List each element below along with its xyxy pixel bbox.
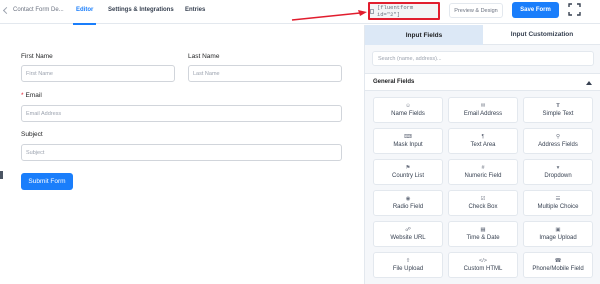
submit-form-button[interactable]: Submit Form bbox=[21, 173, 73, 190]
field-card-label: Mask Input bbox=[393, 142, 423, 148]
field-card-simple-text[interactable]: 𝗧 Simple Text bbox=[523, 97, 593, 123]
field-card-text-area[interactable]: ¶ Text Area bbox=[448, 128, 518, 154]
person-icon: ☺ bbox=[405, 103, 411, 109]
code-icon: </> bbox=[479, 258, 487, 264]
image-icon: ▣ bbox=[555, 227, 561, 233]
copy-icon bbox=[370, 8, 374, 14]
form-title-crumb: Contact Form De... bbox=[13, 7, 64, 13]
list-icon: ☰ bbox=[555, 196, 561, 202]
radio-icon: ◉ bbox=[405, 196, 411, 202]
field-card-label: Name Fields bbox=[391, 111, 425, 117]
last-name-label: Last Name bbox=[188, 53, 220, 60]
email-input[interactable]: Email Address bbox=[21, 105, 342, 122]
first-name-label: First Name bbox=[21, 53, 53, 60]
subject-label: Subject bbox=[21, 131, 43, 138]
field-card-label: Phone/Mobile Field bbox=[532, 266, 584, 272]
field-card-custom-html[interactable]: </> Custom HTML bbox=[448, 252, 518, 278]
preview-design-button[interactable]: Preview & Design bbox=[449, 3, 503, 18]
field-card-time-date[interactable]: ▦ Time & Date bbox=[448, 221, 518, 247]
shortcode-box[interactable]: [fluentform id="2"] bbox=[368, 2, 440, 20]
back-chevron-icon bbox=[2, 6, 11, 14]
field-card-image-upload[interactable]: ▣ Image Upload bbox=[523, 221, 593, 247]
field-card-label: Email Address bbox=[463, 111, 503, 117]
tab-entries[interactable]: Entries bbox=[185, 7, 205, 13]
dropdown-icon: ▾ bbox=[556, 165, 560, 171]
field-card-radio-field[interactable]: ◉ Radio Field bbox=[373, 190, 443, 216]
email-label-text: Email bbox=[25, 92, 42, 99]
field-panel: Input Fields Input Customization Search … bbox=[364, 25, 600, 284]
map-pin-icon: ⚲ bbox=[555, 134, 561, 140]
field-grid: ☺ Name Fields ✉ Email Address 𝗧 Simple Text… bbox=[373, 97, 593, 278]
tab-input-fields[interactable]: Input Fields bbox=[365, 25, 483, 45]
field-card-label: Website URL bbox=[390, 235, 426, 241]
field-card-label: Custom HTML bbox=[463, 266, 503, 272]
field-card-label: File Upload bbox=[392, 266, 424, 272]
first-name-input[interactable]: First Name bbox=[21, 65, 175, 82]
subject-input[interactable]: Subject bbox=[21, 144, 342, 161]
keyboard-icon: ⌨ bbox=[404, 134, 412, 140]
field-card-label: Text Area bbox=[470, 142, 496, 148]
field-card-label: Dropdown bbox=[544, 173, 572, 179]
upload-icon: ⇧ bbox=[405, 258, 411, 264]
field-card-website-url[interactable]: ☍ Website URL bbox=[373, 221, 443, 247]
breadcrumb[interactable]: Contact Form De... bbox=[2, 6, 64, 14]
save-form-button[interactable]: Save Form bbox=[512, 2, 559, 18]
field-card-label: Address Fields bbox=[538, 142, 578, 148]
field-card-numeric-field[interactable]: # Numeric Field bbox=[448, 159, 518, 185]
field-card-label: Check Box bbox=[468, 204, 498, 210]
hash-icon: # bbox=[481, 165, 485, 171]
field-card-label: Time & Date bbox=[466, 235, 500, 241]
tab-settings-integrations[interactable]: Settings & Integrations bbox=[108, 7, 174, 13]
field-card-label: Country List bbox=[391, 173, 424, 179]
last-name-input[interactable]: Last Name bbox=[188, 65, 342, 82]
envelope-icon: ✉ bbox=[480, 103, 486, 109]
calendar-icon: ▦ bbox=[480, 227, 486, 233]
red-arrow-icon bbox=[291, 10, 367, 21]
email-label: * Email bbox=[21, 92, 42, 99]
shortcode-text: [fluentform id="2"] bbox=[376, 4, 414, 18]
top-bar: Contact Form De... Editor Settings & Int… bbox=[0, 0, 600, 25]
field-card-label: Image Upload bbox=[539, 235, 577, 241]
link-icon: ☍ bbox=[405, 227, 411, 233]
field-card-file-upload[interactable]: ⇧ File Upload bbox=[373, 252, 443, 278]
field-card-label: Multiple Choice bbox=[537, 204, 579, 210]
chevron-up-icon[interactable] bbox=[586, 81, 592, 85]
field-card-label: Radio Field bbox=[392, 204, 424, 210]
checkbox-icon: ☑ bbox=[480, 196, 486, 202]
tab-editor[interactable]: Editor bbox=[72, 7, 97, 25]
form-editor-canvas: First Name First Name Last Name Last Nam… bbox=[0, 25, 364, 284]
field-card-label: Simple Text bbox=[542, 111, 574, 117]
field-card-dropdown[interactable]: ▾ Dropdown bbox=[523, 159, 593, 185]
field-card-check-box[interactable]: ☑ Check Box bbox=[448, 190, 518, 216]
field-card-country-list[interactable]: ⚑ Country List bbox=[373, 159, 443, 185]
flag-icon: ⚑ bbox=[405, 165, 411, 171]
required-mark: * bbox=[21, 92, 24, 99]
fullscreen-icon[interactable] bbox=[568, 3, 581, 16]
general-fields-header[interactable]: General Fields bbox=[365, 73, 600, 91]
text-icon: 𝗧 bbox=[556, 103, 560, 109]
phone-icon: ☎ bbox=[554, 258, 562, 264]
field-card-mask-input[interactable]: ⌨ Mask Input bbox=[373, 128, 443, 154]
drag-handle[interactable] bbox=[0, 171, 3, 179]
tab-input-customization[interactable]: Input Customization bbox=[483, 25, 600, 45]
field-card-multiple-choice[interactable]: ☰ Multiple Choice bbox=[523, 190, 593, 216]
paragraph-icon: ¶ bbox=[481, 134, 485, 140]
field-card-address-fields[interactable]: ⚲ Address Fields bbox=[523, 128, 593, 154]
field-card-label: Numeric Field bbox=[464, 173, 502, 179]
section-title: General Fields bbox=[373, 79, 415, 85]
field-search-input[interactable]: Search (name, address)... bbox=[372, 51, 594, 66]
field-card-phone-mobile[interactable]: ☎ Phone/Mobile Field bbox=[523, 252, 593, 278]
field-card-name-fields[interactable]: ☺ Name Fields bbox=[373, 97, 443, 123]
field-card-email-address[interactable]: ✉ Email Address bbox=[448, 97, 518, 123]
